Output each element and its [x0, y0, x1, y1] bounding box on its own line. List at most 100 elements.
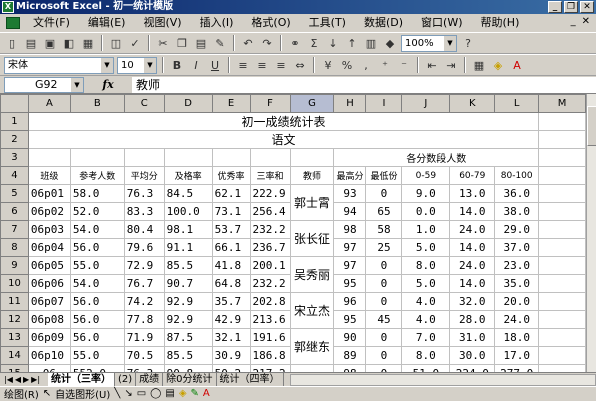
data-cell[interactable]: 18.0 — [494, 328, 540, 347]
select-objects-icon[interactable]: ↖ — [43, 388, 51, 399]
redo-icon[interactable]: ↷ — [259, 35, 275, 51]
data-cell[interactable]: 55.0 — [69, 346, 125, 365]
data-cell[interactable]: 32.0 — [449, 292, 496, 311]
total-cell[interactable]: 98 — [333, 364, 367, 372]
restore-button[interactable]: ❐ — [564, 1, 578, 13]
data-cell[interactable]: 74.2 — [123, 292, 165, 311]
column-label[interactable]: 平均分 — [123, 166, 165, 185]
data-cell[interactable]: 24.0 — [494, 310, 540, 329]
cell[interactable] — [538, 112, 586, 131]
row-header[interactable]: 14 — [0, 346, 29, 365]
workbook-icon[interactable] — [6, 17, 20, 29]
cell[interactable] — [538, 256, 586, 275]
data-cell[interactable]: 85.5 — [163, 346, 213, 365]
data-cell[interactable]: 90 — [333, 328, 367, 347]
paste-icon[interactable]: ▤ — [193, 35, 209, 51]
total-cell[interactable]: 277.0 — [494, 364, 540, 372]
teacher-cell[interactable]: 吴秀丽 — [289, 256, 335, 293]
data-cell[interactable]: 30.9 — [211, 346, 251, 365]
cell[interactable] — [211, 148, 251, 167]
data-cell[interactable]: 202.8 — [249, 292, 291, 311]
data-cell[interactable]: 84.5 — [163, 184, 213, 203]
percent-icon[interactable]: % — [339, 57, 355, 73]
data-cell[interactable]: 98.1 — [163, 220, 213, 239]
data-cell[interactable]: 85.5 — [163, 256, 213, 275]
column-header[interactable]: F — [249, 94, 291, 113]
cell[interactable] — [538, 202, 586, 221]
last-sheet-icon[interactable]: ▶| — [31, 375, 40, 384]
horizontal-scrollbar[interactable] — [289, 373, 596, 386]
data-cell[interactable]: 06p10 — [27, 346, 71, 365]
tab-exclude-zero[interactable]: 除0分统计 — [163, 373, 217, 386]
data-cell[interactable]: 98 — [333, 220, 367, 239]
data-cell[interactable]: 54.0 — [69, 220, 125, 239]
row-header[interactable]: 7 — [0, 220, 29, 239]
data-cell[interactable]: 31.0 — [449, 328, 496, 347]
underline-button[interactable]: U — [207, 57, 223, 73]
data-cell[interactable]: 100.0 — [163, 202, 213, 221]
data-cell[interactable]: 06p06 — [27, 274, 71, 293]
menu-insert[interactable]: 插入(I) — [191, 14, 243, 32]
autosum-icon[interactable]: Σ — [306, 35, 322, 51]
menu-file[interactable]: 文件(F) — [24, 14, 79, 32]
permission-icon[interactable]: ◧ — [61, 35, 77, 51]
cell[interactable] — [538, 328, 586, 347]
data-cell[interactable]: 0.0 — [401, 202, 451, 221]
cell[interactable] — [538, 238, 586, 257]
data-cell[interactable]: 45 — [365, 310, 403, 329]
cell[interactable] — [123, 148, 165, 167]
data-cell[interactable]: 73.1 — [211, 202, 251, 221]
data-cell[interactable]: 72.9 — [123, 256, 165, 275]
column-label[interactable]: 80-100 — [494, 166, 540, 185]
hyperlink-icon[interactable]: ⚭ — [287, 35, 303, 51]
data-cell[interactable]: 20.0 — [494, 292, 540, 311]
row-header[interactable]: 4 — [0, 166, 29, 185]
column-label[interactable]: 最低份 — [365, 166, 403, 185]
data-cell[interactable]: 77.8 — [123, 310, 165, 329]
fill-color-icon[interactable]: ◈ — [179, 388, 187, 399]
data-cell[interactable]: 32.1 — [211, 328, 251, 347]
save-icon[interactable]: ▣ — [42, 35, 58, 51]
merge-center-icon[interactable]: ⇔ — [292, 57, 308, 73]
cell[interactable] — [249, 148, 291, 167]
oval-icon[interactable]: ◯ — [150, 388, 161, 399]
data-cell[interactable]: 76.7 — [123, 274, 165, 293]
column-header[interactable]: M — [538, 94, 586, 113]
column-header[interactable]: E — [211, 94, 251, 113]
data-cell[interactable]: 14.0 — [449, 274, 496, 293]
data-cell[interactable]: 23.0 — [494, 256, 540, 275]
data-cell[interactable]: 56.0 — [69, 328, 125, 347]
data-cell[interactable]: 236.7 — [249, 238, 291, 257]
data-cell[interactable]: 70.5 — [123, 346, 165, 365]
column-header[interactable]: A — [27, 94, 71, 113]
data-cell[interactable]: 52.0 — [69, 202, 125, 221]
data-cell[interactable]: 06p07 — [27, 292, 71, 311]
name-box[interactable]: G92 ▼ — [4, 76, 84, 93]
menu-edit[interactable]: 编辑(E) — [79, 14, 135, 32]
data-cell[interactable]: 9.0 — [401, 184, 451, 203]
comma-icon[interactable]: , — [358, 57, 374, 73]
data-cell[interactable]: 53.7 — [211, 220, 251, 239]
minimize-button[interactable]: _ — [548, 1, 562, 13]
total-cell[interactable] — [289, 364, 335, 372]
menu-format[interactable]: 格式(O) — [242, 14, 299, 32]
column-label[interactable]: 60-79 — [449, 166, 496, 185]
data-cell[interactable]: 5.0 — [401, 238, 451, 257]
total-cell[interactable]: 217.2 — [249, 364, 291, 372]
data-cell[interactable]: 90.7 — [163, 274, 213, 293]
tab-stats-2[interactable]: (2) — [115, 373, 137, 386]
cell[interactable] — [27, 148, 71, 167]
line-color-icon[interactable]: ✎ — [191, 388, 199, 399]
row-header[interactable]: 15 — [0, 364, 29, 372]
teacher-cell[interactable]: 张长征 — [289, 220, 335, 257]
cell[interactable] — [538, 292, 586, 311]
column-header[interactable]: J — [401, 94, 451, 113]
data-cell[interactable]: 66.1 — [211, 238, 251, 257]
drawing-icon[interactable]: ◆ — [382, 35, 398, 51]
font-select[interactable]: 宋体 ▼ — [4, 56, 114, 74]
data-cell[interactable]: 64.8 — [211, 274, 251, 293]
line-icon[interactable]: ╲ — [114, 388, 120, 399]
data-cell[interactable]: 0 — [365, 184, 403, 203]
menu-help[interactable]: 帮助(H) — [472, 14, 529, 32]
data-cell[interactable]: 0 — [365, 292, 403, 311]
